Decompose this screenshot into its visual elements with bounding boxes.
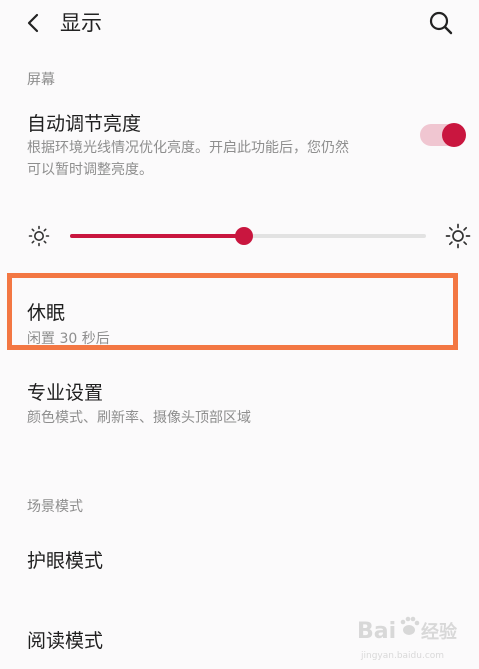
section-header-screen: 屏幕 xyxy=(27,72,55,88)
baidu-jingyan-watermark: Bai 经验 jingyan.baidu.com xyxy=(355,612,475,664)
search-icon[interactable] xyxy=(427,9,455,37)
brightness-slider[interactable] xyxy=(70,227,426,245)
auto-brightness-desc-line1: 根据环境光线情况优化亮度。开启此功能后，您仍然 xyxy=(27,140,349,156)
auto-brightness-title: 自动调节亮度 xyxy=(27,113,142,135)
pro-settings-title: 专业设置 xyxy=(27,382,104,404)
slider-fill xyxy=(70,234,245,238)
back-arrow-icon[interactable] xyxy=(22,10,46,36)
eye-care-title: 护眼模式 xyxy=(27,550,104,572)
watermark-site: jingyan.baidu.com xyxy=(360,651,444,661)
section-header-scene-mode: 场景模式 xyxy=(27,499,83,515)
auto-brightness-desc-line2: 可以暂时调整亮度。 xyxy=(27,162,153,178)
page-title: 显示 xyxy=(60,11,102,35)
auto-brightness-row[interactable]: 自动调节亮度 根据环境光线情况优化亮度。开启此功能后，您仍然 可以暂时调整亮度。 xyxy=(0,105,479,185)
brightness-high-icon xyxy=(445,223,471,249)
pro-settings-row[interactable]: 专业设置 颜色模式、刷新率、摄像头顶部区域 xyxy=(0,378,479,434)
auto-brightness-toggle[interactable] xyxy=(420,123,466,147)
slider-thumb[interactable] xyxy=(235,227,254,245)
watermark-brand: Bai xyxy=(357,619,396,644)
eye-care-row[interactable]: 护眼模式 xyxy=(0,540,479,584)
watermark-brand-suffix: 经验 xyxy=(421,621,458,643)
paw-icon xyxy=(400,616,420,635)
reading-mode-title: 阅读模式 xyxy=(27,630,104,652)
highlight-box xyxy=(7,273,458,350)
toggle-knob xyxy=(442,123,466,147)
pro-settings-subtitle: 颜色模式、刷新率、摄像头顶部区域 xyxy=(27,410,251,426)
brightness-low-icon xyxy=(28,225,50,247)
